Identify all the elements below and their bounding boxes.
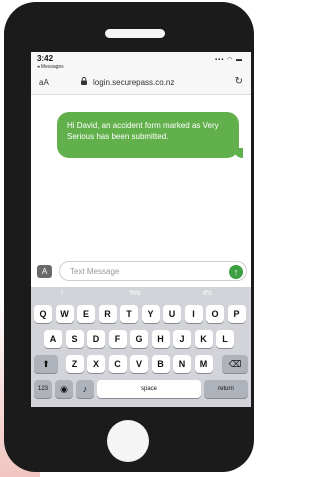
address-bar[interactable]: aA login.securepass.co.nz ↻ bbox=[31, 72, 251, 95]
key-r[interactable]: R bbox=[98, 305, 117, 323]
status-time: 3:42 bbox=[37, 54, 54, 63]
key-m[interactable]: M bbox=[194, 355, 213, 373]
key-y[interactable]: Y bbox=[141, 305, 160, 323]
delete-key[interactable]: ⌫ bbox=[222, 355, 248, 373]
phone-screen: 3:42 ◂ Messages ▪▪▪ ◠ ▬ aA login.securep… bbox=[31, 52, 251, 407]
key-o[interactable]: O bbox=[206, 305, 224, 323]
return-key[interactable]: return bbox=[204, 380, 248, 398]
key-c[interactable]: C bbox=[108, 355, 127, 373]
key-row-3: ⬆ Z X C V B N M ⌫ bbox=[31, 355, 251, 375]
apps-button[interactable]: A bbox=[37, 265, 52, 278]
send-icon[interactable]: ↑ bbox=[229, 265, 243, 279]
key-h[interactable]: H bbox=[151, 330, 170, 348]
key-i[interactable]: I bbox=[184, 305, 203, 323]
key-e[interactable]: E bbox=[77, 305, 95, 323]
key-u[interactable]: U bbox=[163, 305, 181, 323]
key-t[interactable]: T bbox=[120, 305, 138, 323]
globe-icon[interactable]: ◉ bbox=[55, 380, 73, 398]
message-bubble: Hi David, an accident form marked as Ver… bbox=[57, 112, 239, 158]
message-bubble-tail bbox=[233, 148, 243, 158]
suggestion-2[interactable]: Yes bbox=[129, 290, 140, 297]
key-x[interactable]: X bbox=[87, 355, 105, 373]
reload-icon[interactable]: ↻ bbox=[235, 76, 243, 87]
keyboard: I Yes It's Q W E R T Y U I O P A S D F G… bbox=[31, 287, 251, 407]
key-a[interactable]: A bbox=[44, 330, 62, 348]
mic-icon[interactable]: ♪ bbox=[76, 380, 94, 398]
key-p[interactable]: P bbox=[227, 305, 246, 323]
suggestion-3[interactable]: It's bbox=[203, 290, 212, 297]
message-text: Hi David, an accident form marked as Ver… bbox=[67, 121, 219, 141]
space-key[interactable]: space bbox=[97, 380, 201, 398]
text-size-button[interactable]: aA bbox=[39, 78, 49, 87]
url-text[interactable]: login.securepass.co.nz bbox=[93, 78, 174, 87]
suggestion-1[interactable]: I bbox=[61, 290, 63, 297]
key-d[interactable]: D bbox=[87, 330, 105, 348]
key-row-4: 123 ◉ ♪ space return bbox=[31, 380, 251, 400]
message-input[interactable]: Text Message ↑ bbox=[59, 261, 247, 281]
compose-bar: A Text Message ↑ bbox=[31, 257, 251, 287]
back-to-messages-link[interactable]: ◂ Messages bbox=[37, 64, 64, 70]
key-row-2: A S D F G H J K L bbox=[31, 330, 251, 350]
speaker-grille bbox=[105, 29, 165, 38]
status-bar: 3:42 ◂ Messages ▪▪▪ ◠ ▬ bbox=[31, 52, 251, 72]
key-k[interactable]: K bbox=[194, 330, 213, 348]
key-f[interactable]: F bbox=[108, 330, 127, 348]
key-j[interactable]: J bbox=[173, 330, 191, 348]
key-v[interactable]: V bbox=[130, 355, 148, 373]
numbers-key[interactable]: 123 bbox=[34, 380, 52, 398]
shift-key[interactable]: ⬆ bbox=[34, 355, 58, 373]
home-button[interactable] bbox=[107, 420, 149, 462]
message-input-placeholder: Text Message bbox=[70, 267, 120, 276]
key-w[interactable]: W bbox=[55, 305, 74, 323]
key-z[interactable]: Z bbox=[65, 355, 84, 373]
status-indicators-icon: ▪▪▪ ◠ ▬ bbox=[215, 57, 243, 63]
key-b[interactable]: B bbox=[151, 355, 170, 373]
lock-icon bbox=[81, 77, 87, 87]
key-q[interactable]: Q bbox=[34, 305, 52, 323]
key-row-1: Q W E R T Y U I O P bbox=[31, 305, 251, 325]
suggestion-bar: I Yes It's bbox=[31, 287, 251, 301]
key-n[interactable]: N bbox=[173, 355, 191, 373]
key-g[interactable]: G bbox=[130, 330, 148, 348]
key-s[interactable]: S bbox=[65, 330, 84, 348]
phone-frame: 3:42 ◂ Messages ▪▪▪ ◠ ▬ aA login.securep… bbox=[4, 2, 254, 472]
key-l[interactable]: L bbox=[216, 330, 234, 348]
